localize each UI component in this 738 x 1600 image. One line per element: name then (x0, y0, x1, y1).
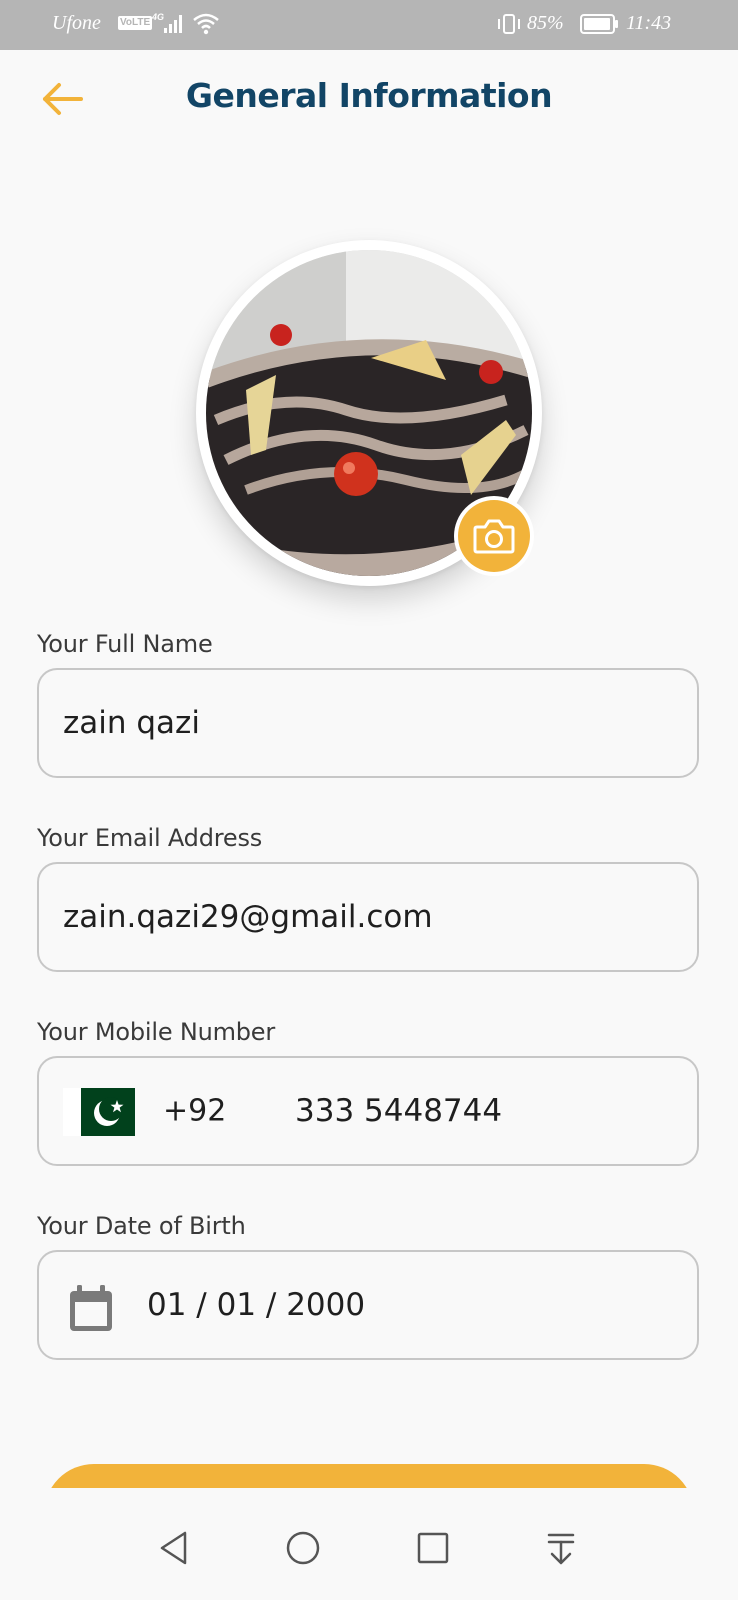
battery-icon (580, 14, 618, 34)
dob-field[interactable]: 01 / 01 / 2000 (37, 1250, 699, 1360)
change-photo-button[interactable] (454, 496, 534, 576)
email-label: Your Email Address (37, 824, 263, 852)
square-recents-icon[interactable] (413, 1528, 453, 1568)
triangle-back-icon[interactable] (155, 1528, 195, 1568)
vibrate-icon (498, 14, 520, 34)
profile-picture-area (196, 240, 542, 586)
email-value: zain.qazi29@gmail.com (63, 899, 433, 935)
mobile-value: 333 5448744 (295, 1093, 503, 1129)
dob-value: 01 / 01 / 2000 (147, 1287, 366, 1323)
pull-down-icon[interactable] (541, 1528, 581, 1568)
circle-home-icon[interactable] (283, 1528, 323, 1568)
full-name-field[interactable]: zain qazi (37, 668, 699, 778)
calendar-icon (70, 1285, 112, 1331)
page-title: General Information (185, 76, 553, 115)
pakistan-flag-icon[interactable] (63, 1088, 135, 1136)
volte-badge: VoLTE (118, 16, 153, 30)
mobile-field[interactable]: +92 333 5448744 (37, 1056, 699, 1166)
signal-icon: 4G (152, 12, 182, 33)
submit-button[interactable] (44, 1464, 694, 1488)
dob-label: Your Date of Birth (37, 1212, 246, 1240)
camera-icon (473, 519, 515, 554)
app-header: General Information (0, 50, 738, 146)
status-bar: Ufone VoLTE 4G 85% 11:43 (0, 0, 738, 50)
clock: 11:43 (626, 12, 672, 34)
full-name-value: zain qazi (63, 705, 200, 741)
mobile-label: Your Mobile Number (37, 1018, 276, 1046)
country-code[interactable]: +92 (163, 1094, 226, 1129)
carrier-name: Ufone (52, 12, 101, 34)
battery-percentage: 85% (527, 12, 564, 34)
network-type-label: 4G (152, 12, 164, 22)
full-name-label: Your Full Name (37, 630, 213, 658)
email-field[interactable]: zain.qazi29@gmail.com (37, 862, 699, 972)
wifi-icon (193, 13, 219, 35)
system-nav-bar (0, 1496, 738, 1600)
